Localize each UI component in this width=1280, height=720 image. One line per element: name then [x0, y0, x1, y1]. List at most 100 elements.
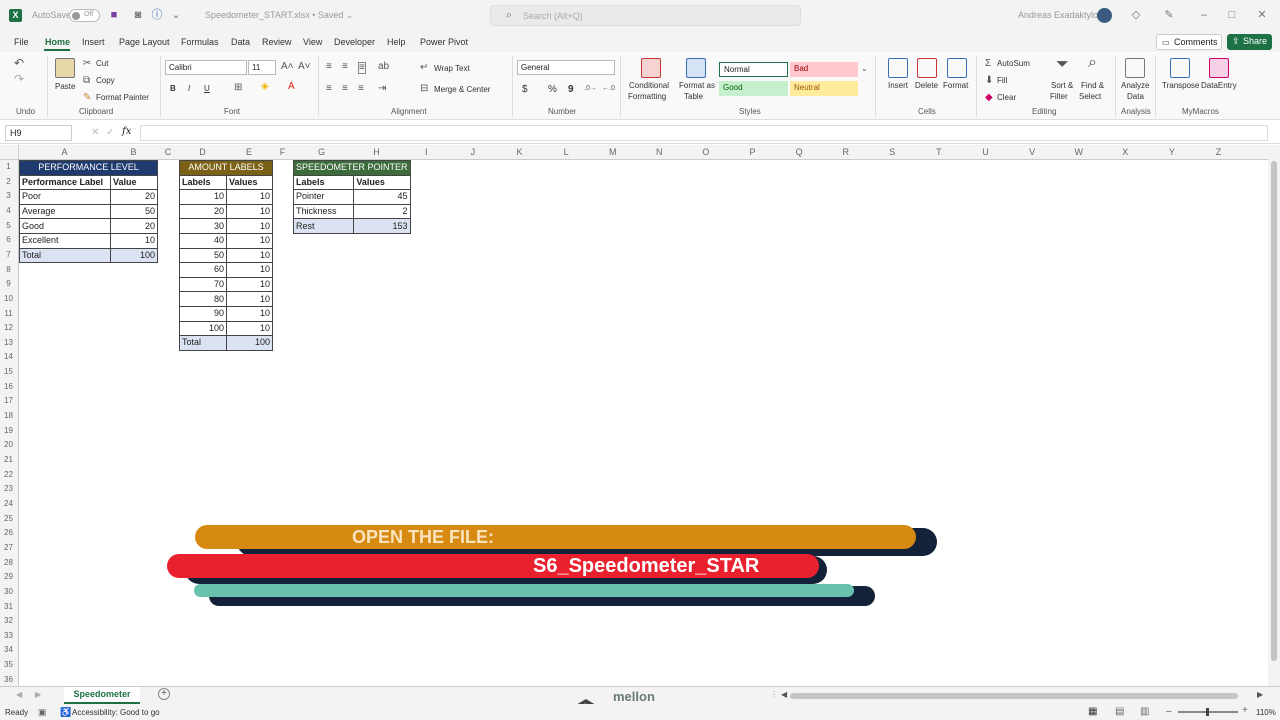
row-header[interactable]: 14 — [0, 352, 17, 361]
add-sheet-icon[interactable]: + — [158, 688, 170, 700]
scroll-thumb[interactable] — [1271, 161, 1277, 661]
table-header[interactable]: Values — [226, 174, 273, 191]
table-cell[interactable]: 20 — [179, 203, 227, 220]
table-cell[interactable]: 50 — [110, 203, 158, 220]
menu-formulas[interactable]: Formulas — [181, 37, 219, 47]
column-header[interactable]: W — [1055, 147, 1102, 157]
format-as-table-label-1[interactable]: Format as — [679, 81, 715, 90]
font-color-icon[interactable]: A — [288, 82, 295, 92]
prev-sheet-icon[interactable]: ◀ — [16, 690, 22, 699]
total-cell[interactable]: Rest — [292, 218, 355, 234]
zoom-out-icon[interactable]: – — [1166, 706, 1172, 717]
conditional-formatting-label-2[interactable]: Formatting — [628, 92, 666, 101]
pen-icon[interactable]: ✎ — [1163, 9, 1175, 21]
column-header[interactable]: S — [869, 147, 916, 157]
conditional-formatting-label-1[interactable]: Conditional — [629, 81, 669, 90]
merge-center-icon[interactable]: ⊟ — [420, 84, 428, 94]
decrease-decimal-icon[interactable]: ←.0 — [602, 84, 615, 94]
column-header[interactable]: A — [19, 147, 110, 157]
analyze-data-label-2[interactable]: Data — [1127, 92, 1144, 101]
format-painter-label[interactable]: Format Painter — [96, 93, 149, 102]
copy-icon[interactable]: ⧉ — [83, 76, 90, 86]
delete-cells-label[interactable]: Delete — [915, 81, 938, 90]
table-header[interactable]: Labels — [179, 174, 227, 191]
dataentry-icon[interactable] — [1209, 58, 1229, 78]
row-header[interactable]: 11 — [0, 309, 17, 318]
row-header[interactable]: 16 — [0, 382, 17, 391]
clear-icon[interactable]: ◆ — [985, 93, 993, 103]
table-cell[interactable]: 2 — [353, 203, 411, 220]
diamond-icon[interactable]: ◇ — [1130, 9, 1142, 21]
style-bad[interactable]: Bad — [790, 62, 858, 77]
autosum-icon[interactable]: Σ — [985, 59, 991, 69]
performance-level-table[interactable]: PERFORMANCE LEVEL Performance Label Valu… — [19, 160, 158, 264]
column-header[interactable]: R — [822, 147, 869, 157]
name-box[interactable]: H9 — [5, 125, 72, 141]
row-header[interactable]: 23 — [0, 484, 17, 493]
table-cell[interactable]: 10 — [226, 276, 273, 293]
style-normal[interactable]: Normal — [719, 62, 788, 77]
table-cell[interactable]: 10 — [110, 232, 158, 249]
table-cell[interactable]: 100 — [179, 320, 227, 337]
insert-cells-icon[interactable] — [888, 58, 908, 78]
save-icon[interactable]: ■ — [108, 9, 120, 21]
row-header[interactable]: 35 — [0, 660, 17, 669]
font-size-select[interactable]: 11 — [248, 60, 276, 75]
analyze-data-label-1[interactable]: Analyze — [1121, 81, 1149, 90]
shrink-font-icon[interactable]: A˅ — [298, 62, 311, 72]
delete-cells-icon[interactable] — [917, 58, 937, 78]
table-cell[interactable]: 10 — [226, 291, 273, 307]
column-header[interactable]: P — [729, 147, 776, 157]
menu-insert[interactable]: Insert — [82, 37, 105, 47]
row-header[interactable]: 20 — [0, 440, 17, 449]
table-cell[interactable]: 60 — [179, 262, 227, 278]
column-header[interactable]: V — [1009, 147, 1056, 157]
table-cell[interactable]: 10 — [226, 189, 273, 205]
table-cell[interactable]: 10 — [226, 320, 273, 337]
row-header[interactable]: 31 — [0, 602, 17, 611]
maximize-icon[interactable]: □ — [1226, 9, 1238, 21]
align-top-icon[interactable]: ≡ — [326, 62, 332, 72]
find-select-label-1[interactable]: Find & — [1081, 81, 1104, 90]
column-header[interactable]: J — [450, 147, 497, 157]
column-header[interactable]: D — [179, 147, 226, 157]
row-header[interactable]: 6 — [0, 235, 17, 244]
insert-cells-label[interactable]: Insert — [888, 81, 908, 90]
transpose-label[interactable]: Transpose — [1162, 81, 1200, 90]
redo-icon[interactable]: ↷ — [14, 73, 24, 85]
table-header[interactable]: Performance Label — [19, 174, 111, 191]
grow-font-icon[interactable]: A˄ — [281, 62, 294, 72]
table-cell[interactable]: Average — [19, 203, 111, 220]
conditional-formatting-icon[interactable] — [641, 58, 661, 78]
performance-table-title[interactable]: PERFORMANCE LEVEL — [19, 160, 158, 176]
table-cell[interactable]: 10 — [226, 203, 273, 220]
bold-button[interactable]: B — [170, 84, 176, 93]
table-cell[interactable]: Thickness — [292, 203, 355, 220]
worksheet-grid[interactable]: PERFORMANCE LEVEL Performance Label Valu… — [19, 160, 1268, 686]
table-cell[interactable]: 70 — [179, 276, 227, 293]
row-header[interactable]: 13 — [0, 338, 17, 347]
column-header[interactable]: T — [916, 147, 963, 157]
table-header[interactable]: Value — [110, 174, 158, 191]
font-name-select[interactable]: Calibri — [165, 60, 247, 75]
total-cell[interactable]: 100 — [226, 335, 273, 351]
column-header[interactable]: U — [962, 147, 1009, 157]
sheet-tab-speedometer[interactable]: Speedometer — [64, 687, 140, 704]
column-header[interactable]: C — [157, 147, 179, 157]
format-as-table-icon[interactable] — [686, 58, 706, 78]
table-cell[interactable]: 30 — [179, 218, 227, 234]
styles-more-icon[interactable]: ⌄ — [861, 64, 868, 74]
table-cell[interactable]: Good — [19, 218, 111, 234]
menu-file[interactable]: File — [14, 37, 29, 47]
column-header[interactable]: Q — [776, 147, 823, 157]
autosum-label[interactable]: AutoSum — [997, 59, 1030, 68]
column-header[interactable]: M — [589, 147, 636, 157]
amount-labels-table[interactable]: AMOUNT LABELS Labels Values 10 10 20 10 30 10… — [179, 160, 273, 351]
row-header[interactable]: 28 — [0, 558, 17, 567]
increase-decimal-icon[interactable]: .0→ — [584, 84, 597, 94]
table-header[interactable]: Labels — [292, 174, 355, 191]
menu-home[interactable]: Home — [45, 37, 70, 47]
row-header[interactable]: 24 — [0, 499, 17, 508]
zoom-slider[interactable] — [1178, 708, 1238, 716]
row-header[interactable]: 5 — [0, 221, 17, 230]
